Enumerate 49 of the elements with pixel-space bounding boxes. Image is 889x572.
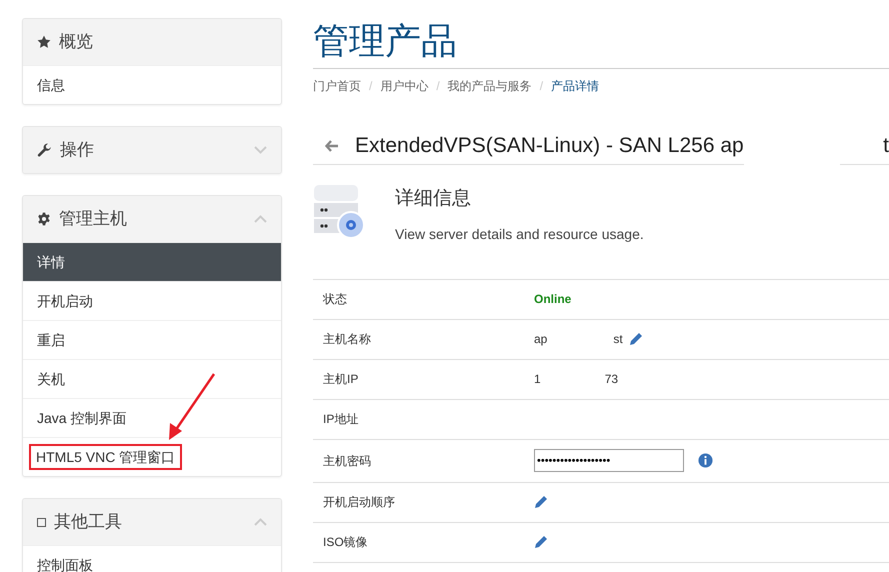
gear-icon bbox=[37, 212, 51, 226]
status-text: Online bbox=[534, 291, 572, 308]
breadcrumb-separator: / bbox=[436, 78, 440, 95]
breadcrumb-separator: / bbox=[540, 78, 544, 95]
field-label: IP地址 bbox=[322, 411, 360, 428]
breadcrumb-link[interactable]: 用户中心 bbox=[380, 77, 428, 95]
menu-item[interactable]: 开机启动 bbox=[23, 281, 281, 320]
section-description: View server details and resource usage. bbox=[395, 224, 644, 244]
field-value: ap bbox=[534, 331, 548, 348]
panel-title: 管理主机 bbox=[59, 208, 127, 230]
field-value: 1 bbox=[534, 371, 541, 388]
back-arrow-icon[interactable] bbox=[325, 140, 339, 152]
field-label: ISO镜像 bbox=[322, 534, 369, 551]
panel-header[interactable]: 操作 bbox=[23, 127, 281, 173]
product-title: ExtendedVPS(SAN-Linux) - SAN L256 ap bbox=[355, 132, 744, 159]
square-icon bbox=[37, 518, 46, 526]
menu-item[interactable]: 关机 bbox=[23, 359, 281, 398]
highlighted-menu-item[interactable]: HTML5 VNC 管理窗口 bbox=[29, 444, 182, 470]
pencil-icon[interactable] bbox=[534, 535, 548, 549]
panel-title: 概览 bbox=[59, 31, 93, 54]
star-icon bbox=[37, 35, 51, 49]
field-label: 主机IP bbox=[322, 371, 360, 388]
field-label: 主机密码 bbox=[322, 452, 372, 470]
menu-item[interactable]: 重启 bbox=[23, 320, 281, 359]
field-label: 状态 bbox=[322, 291, 348, 308]
password-field[interactable]: ••••••••••••••••••• bbox=[534, 449, 684, 472]
wrench-icon bbox=[37, 142, 52, 158]
breadcrumb-separator: / bbox=[369, 78, 372, 95]
field-label: 开机启动顺序 bbox=[322, 494, 396, 511]
menu-item[interactable]: 信息 bbox=[23, 65, 281, 104]
field-label: 主机名称 bbox=[322, 331, 372, 348]
panel-title: 操作 bbox=[60, 139, 94, 162]
field-value-end: 73 bbox=[604, 371, 618, 388]
menu-item[interactable]: 控制面板 bbox=[23, 545, 281, 572]
panel-title: 其他工具 bbox=[54, 511, 122, 534]
annotation-arrow bbox=[169, 373, 216, 440]
breadcrumb-link[interactable]: 我的产品与服务 bbox=[448, 77, 532, 95]
panel-header[interactable]: 概览 bbox=[23, 19, 281, 65]
menu-item[interactable]: 详情 bbox=[23, 242, 281, 281]
product-title-end: t bbox=[883, 132, 889, 159]
field-value-end: st bbox=[613, 331, 623, 348]
page-title: 管理产品 bbox=[313, 18, 889, 69]
info-icon[interactable] bbox=[698, 453, 713, 468]
pencil-icon[interactable] bbox=[534, 495, 548, 509]
pencil-icon[interactable] bbox=[628, 332, 643, 346]
breadcrumb-link[interactable]: 门户首页 bbox=[313, 77, 361, 95]
section-heading: 详细信息 bbox=[395, 187, 472, 211]
panel-header[interactable]: 其他工具 bbox=[23, 499, 281, 545]
panel-header[interactable]: 管理主机 bbox=[23, 196, 281, 242]
